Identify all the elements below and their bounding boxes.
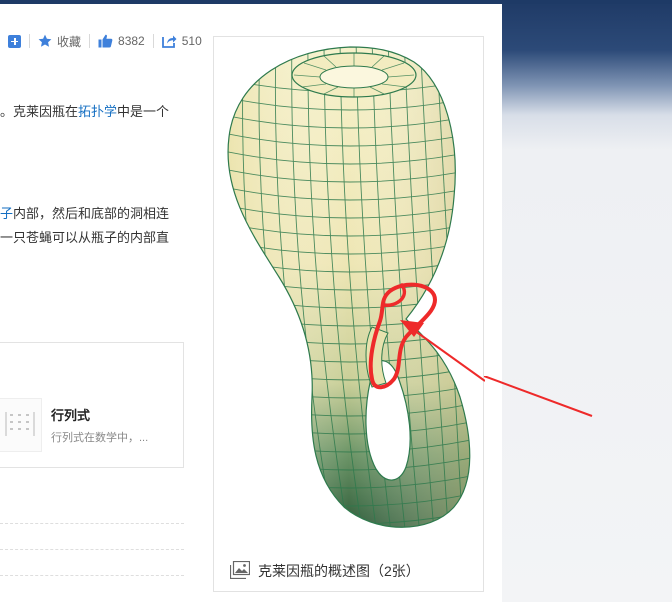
add-button[interactable] (0, 32, 29, 50)
plus-icon (8, 34, 21, 48)
paragraph-text: 内部，然后和底部的洞相连 (13, 206, 170, 221)
share-button[interactable]: 510 (154, 32, 210, 50)
like-count: 8382 (118, 34, 145, 48)
link-bottle[interactable]: 子 (0, 206, 13, 221)
paragraph-text: 一只苍蝇可以从瓶子的内部直 (0, 230, 170, 245)
article-toolbar: 收藏 8382 510 (0, 30, 210, 52)
image-album[interactable]: 克莱因瓶的概述图（2张） (213, 36, 485, 592)
article-paragraph-2: 子内部，然后和底部的洞相连 (0, 202, 169, 226)
favorite-label: 收藏 (57, 34, 82, 49)
image-gallery-icon (229, 560, 251, 582)
related-card-title[interactable]: 行列式 (51, 405, 90, 424)
article-content-area: 收藏 8382 510 。克莱因瓶在拓扑学中是一个 子内部，然后和底部的洞相连 … (0, 4, 502, 602)
like-button[interactable]: 8382 (90, 32, 153, 50)
list-divider (0, 523, 184, 524)
related-entry-card[interactable]: 行列式 行列式在数学中，... (0, 342, 184, 468)
star-icon (38, 34, 52, 48)
page-background-right (500, 0, 672, 602)
article-paragraph-3: 一只苍蝇可以从瓶子的内部直 (0, 226, 169, 250)
album-caption: 克莱因瓶的概述图（2张） (229, 560, 420, 582)
determinant-thumbnail (0, 398, 42, 452)
list-divider (0, 549, 184, 550)
related-card-description: 行列式在数学中，... (51, 432, 149, 444)
list-divider (0, 575, 184, 576)
paragraph-text: 。克莱因瓶在 (0, 104, 79, 119)
album-caption-text: 克莱因瓶的概述图（2张） (258, 563, 420, 579)
article-paragraph-1: 。克莱因瓶在拓扑学中是一个 (0, 100, 169, 124)
thumbs-up-icon (98, 34, 113, 48)
share-icon (161, 34, 177, 48)
share-count: 510 (181, 34, 202, 48)
favorite-button[interactable]: 收藏 (30, 32, 89, 50)
annotation-arrow-line (484, 376, 593, 417)
paragraph-text: 中是一个 (117, 104, 170, 119)
klein-bottle-image (227, 46, 485, 528)
link-topology[interactable]: 拓扑学 (78, 104, 117, 119)
